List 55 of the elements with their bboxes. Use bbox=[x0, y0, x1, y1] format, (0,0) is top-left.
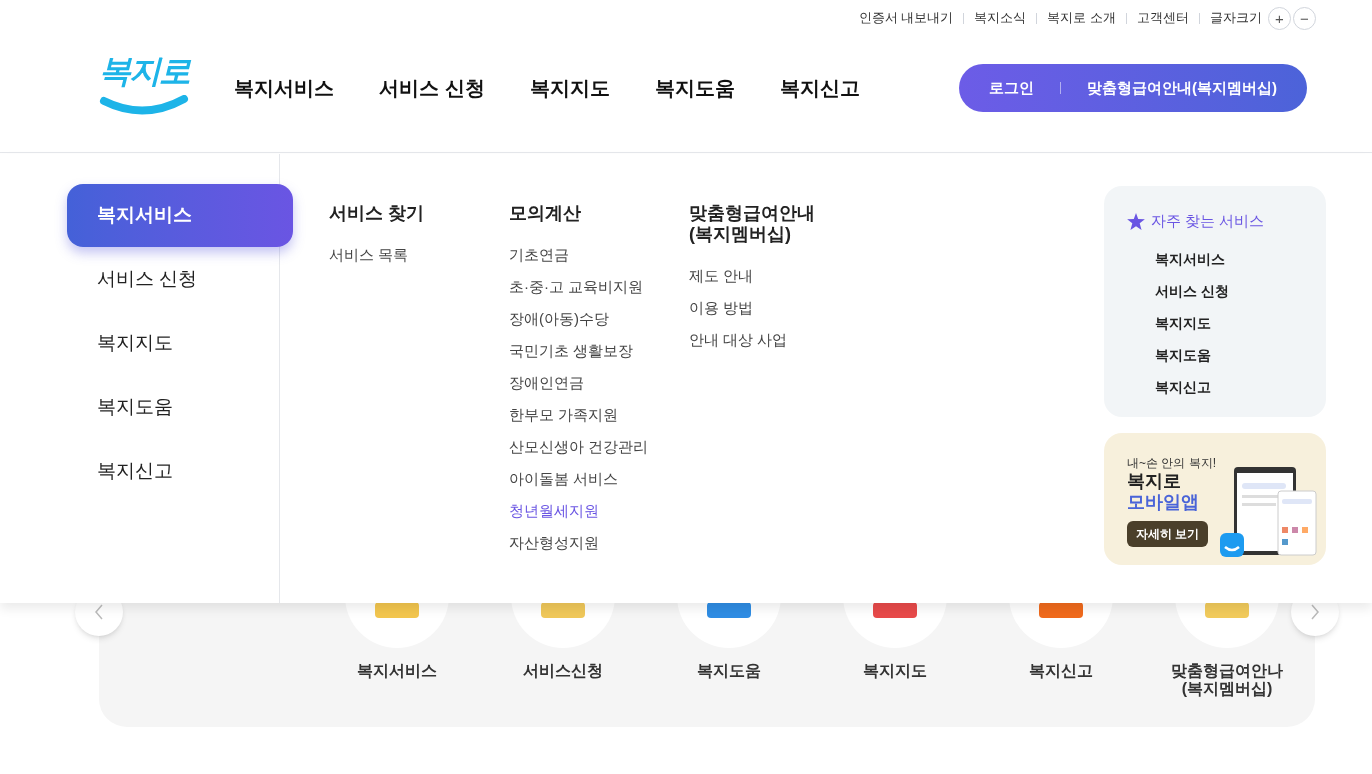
font-size-label: 글자크기 bbox=[1210, 9, 1262, 28]
star-icon bbox=[1127, 212, 1145, 230]
menu-link[interactable]: 산모신생아 건강관리 bbox=[509, 437, 689, 457]
favorite-link[interactable]: 복지도움 bbox=[1155, 344, 1326, 365]
column-heading: 맞춤형급여안내 (복지멤버십) bbox=[689, 203, 816, 245]
banner-tagline: 내~손 안의 복지! bbox=[1127, 455, 1217, 471]
menu-link[interactable]: 자산형성지원 bbox=[509, 533, 689, 553]
menu-category[interactable]: 서비스 신청 bbox=[67, 248, 293, 311]
details-button[interactable]: 자세히 보기 bbox=[1127, 521, 1209, 547]
nav-link[interactable]: 서비스 신청 bbox=[379, 73, 485, 103]
logo-text: 복지로 bbox=[99, 54, 189, 87]
chevron-icon bbox=[1310, 604, 1320, 620]
membership-link[interactable]: 맞춤형급여안내(복지멤버십) bbox=[1087, 76, 1277, 100]
column-heading: 모의계산 bbox=[509, 203, 582, 224]
menu-category[interactable]: 복지신고 bbox=[67, 440, 293, 503]
menu-category[interactable]: 복지지도 bbox=[67, 312, 293, 375]
chevron-icon bbox=[94, 604, 104, 620]
menu-link[interactable]: 서비스 목록 bbox=[329, 245, 509, 265]
banner-highlight: 모바일앱 bbox=[1127, 492, 1200, 513]
menu-link[interactable]: 안내 대상 사업 bbox=[689, 330, 869, 350]
column-heading: 서비스 찾기 bbox=[329, 203, 425, 224]
nav-link[interactable]: 복지서비스 bbox=[234, 73, 334, 103]
utility-link[interactable]: 복지소식 bbox=[974, 8, 1027, 28]
utility-link[interactable]: 고객센터 bbox=[1137, 8, 1189, 28]
service-label[interactable]: 복지도움 bbox=[697, 662, 761, 680]
menu-link[interactable]: 국민기초 생활보장 bbox=[509, 341, 689, 361]
menu-link[interactable]: 기초연금 bbox=[509, 245, 689, 265]
nav-link[interactable]: 복지신고 bbox=[779, 73, 860, 103]
menu-link[interactable]: 아이돌봄 서비스 bbox=[509, 469, 689, 489]
menu-link[interactable]: 장애(아동)수당 bbox=[509, 309, 689, 329]
service-label[interactable]: 복지신고 bbox=[1029, 662, 1093, 680]
utility-link[interactable]: 인증서 내보내기 bbox=[858, 8, 954, 28]
smile-icon bbox=[99, 94, 189, 117]
service-label[interactable]: 복지서비스 bbox=[357, 662, 437, 680]
favorites-title: 자주 찾는 서비스 bbox=[1151, 211, 1265, 231]
menu-link[interactable]: 청년월세지원 bbox=[509, 501, 689, 521]
login-link[interactable]: 로그인 bbox=[989, 76, 1034, 100]
nav-link[interactable]: 복지도움 bbox=[654, 73, 735, 103]
menu-link[interactable]: 한부모 가족지원 bbox=[509, 405, 689, 425]
utility-link[interactable]: 복지로 소개 bbox=[1047, 8, 1116, 28]
service-label[interactable]: 맞춤형급여안나 (복지멤버십) bbox=[1171, 662, 1283, 698]
menu-link[interactable]: 초·중·고 교육비지원 bbox=[509, 277, 689, 297]
service-label[interactable]: 서비스신청 bbox=[523, 662, 603, 680]
service-label[interactable]: 복지지도 bbox=[863, 662, 927, 680]
menu-link[interactable]: 제도 안내 bbox=[689, 266, 869, 286]
menu-category[interactable]: 복지도움 bbox=[67, 376, 293, 439]
favorite-link[interactable]: 복지신고 bbox=[1155, 376, 1326, 397]
favorite-link[interactable]: 서비스 신청 bbox=[1155, 280, 1326, 301]
banner-title: 복지로 bbox=[1127, 471, 1182, 492]
favorite-link[interactable]: 복지서비스 bbox=[1155, 248, 1326, 269]
menu-link[interactable]: 이용 방법 bbox=[689, 298, 869, 318]
nav-link[interactable]: 복지지도 bbox=[529, 73, 610, 103]
menu-link[interactable]: 장애인연금 bbox=[509, 373, 689, 393]
menu-category[interactable]: 복지서비스 bbox=[67, 184, 293, 247]
favorite-link[interactable]: 복지지도 bbox=[1155, 312, 1326, 333]
